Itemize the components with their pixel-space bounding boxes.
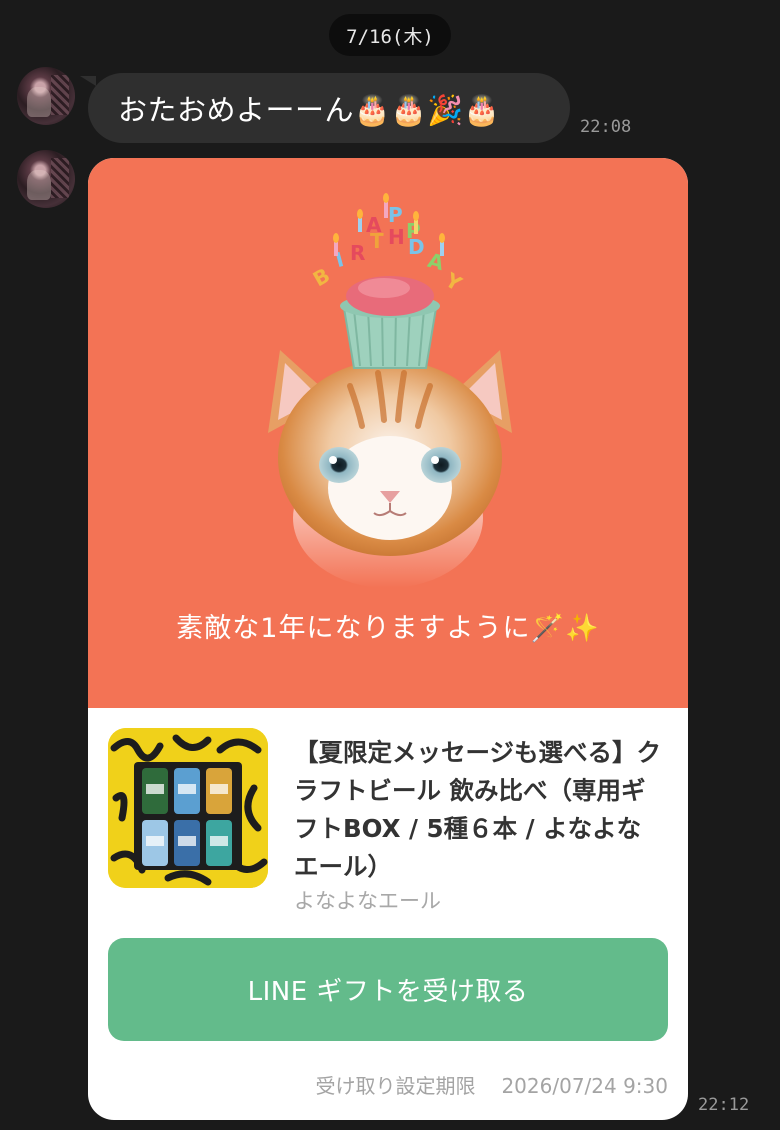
product-thumbnail[interactable] <box>108 728 268 888</box>
gift-card[interactable]: B I R T H D A Y P A P 素敵な1年になりますように🪄✨ 【夏… <box>88 158 688 1120</box>
receive-gift-button-label: LINE ギフトを受け取る <box>247 977 529 1007</box>
avatar[interactable] <box>17 150 75 208</box>
svg-text:Y: Y <box>440 267 466 296</box>
bubble-tail <box>80 76 96 86</box>
svg-text:B: B <box>309 263 334 291</box>
svg-text:H: H <box>388 225 405 249</box>
svg-text:A: A <box>366 213 382 237</box>
product-info[interactable]: 【夏限定メッセージも選べる】クラフトビール 飲み比べ（専用ギフトBOX / 5種… <box>108 728 668 913</box>
expiry-info: 受け取り設定期限 2026/07/24 9:30 <box>88 1070 668 1099</box>
expiry-value: 2026/07/24 9:30 <box>501 1074 668 1098</box>
product-title[interactable]: 【夏限定メッセージも選べる】クラフトビール 飲み比べ（専用ギフトBOX / 5種… <box>294 734 664 886</box>
svg-text:P: P <box>406 219 421 243</box>
avatar[interactable] <box>17 67 75 125</box>
receive-gift-button[interactable]: LINE ギフトを受け取る <box>108 938 668 1041</box>
product-brand: よなよなエール <box>294 889 441 913</box>
expiry-label: 受け取り設定期限 <box>315 1074 476 1098</box>
hero-caption: 素敵な1年になりますように🪄✨ <box>176 613 600 644</box>
svg-text:P: P <box>388 203 403 227</box>
date-separator: 7/16(木) <box>329 14 451 56</box>
message-bubble[interactable]: おたおめよーーん🎂🎂🎉🎂 <box>88 73 570 143</box>
svg-text:R: R <box>350 241 365 265</box>
gift-hero: B I R T H D A Y P A P 素敵な1年になりますように🪄✨ <box>88 158 688 708</box>
message-time: 22:12 <box>698 1095 750 1115</box>
message-text: おたおめよーーん🎂🎂🎉🎂 <box>118 93 501 127</box>
message-time: 22:08 <box>580 117 632 137</box>
birthday-kitten-image: B I R T H D A Y P A P <box>268 193 512 588</box>
